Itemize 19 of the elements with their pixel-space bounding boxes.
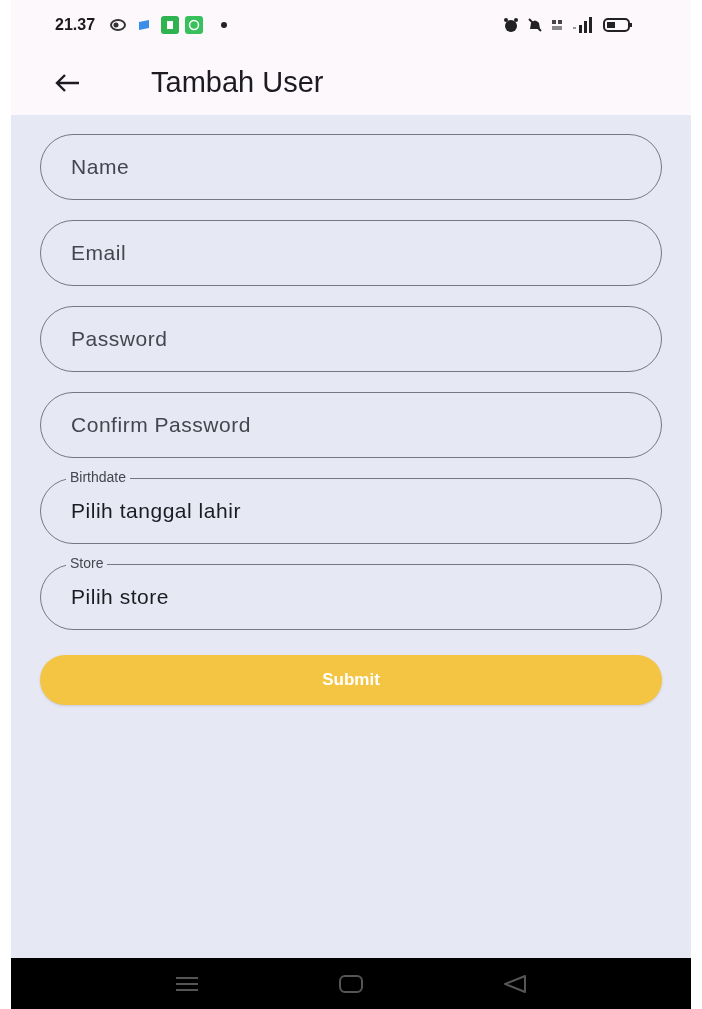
- text-field[interactable]: Email: [40, 220, 662, 286]
- dot-icon: [221, 22, 228, 28]
- text-field[interactable]: Password: [40, 306, 662, 372]
- menu-icon[interactable]: [175, 975, 199, 992]
- back-arrow-icon: [54, 72, 80, 93]
- field-value: Pilih tanggal lahir: [71, 498, 241, 525]
- back-icon[interactable]: [503, 974, 527, 993]
- app-icon: [161, 16, 180, 34]
- signal-icon: [573, 17, 595, 33]
- field-value: Pilih store: [71, 584, 169, 611]
- eye-icon: [109, 18, 128, 32]
- text-field[interactable]: Confirm Password: [40, 392, 662, 458]
- home-icon[interactable]: [339, 974, 363, 993]
- text-field[interactable]: Name: [40, 134, 662, 200]
- status-time: 21.37: [55, 15, 96, 35]
- app-icon: [185, 16, 204, 34]
- screen-title: Tambah User: [151, 64, 324, 100]
- battery-icon: [603, 18, 633, 32]
- app-icon: [137, 20, 152, 30]
